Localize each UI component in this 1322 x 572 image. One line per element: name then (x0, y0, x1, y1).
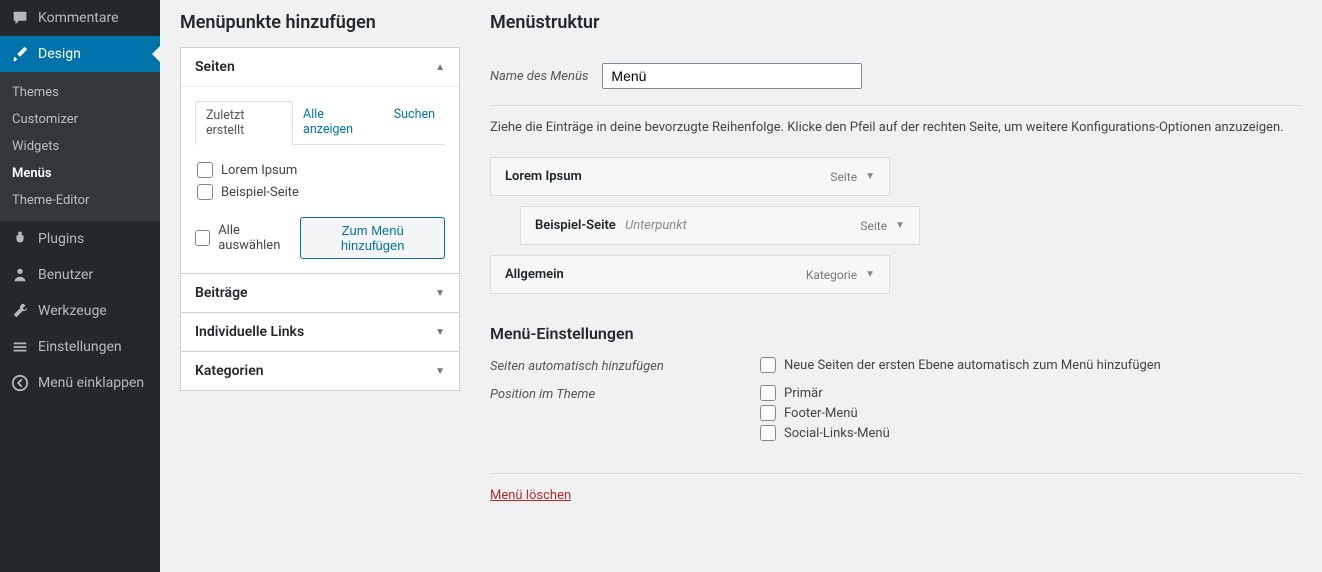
submenu-theme-editor[interactable]: Theme-Editor (0, 187, 160, 214)
add-to-menu-button[interactable]: Zum Menü hinzufügen (300, 217, 445, 259)
menu-structure-item[interactable]: Beispiel-Seite Unterpunkt Seite ▼ (520, 206, 920, 245)
menu-item-title: Lorem Ipsum (505, 169, 582, 184)
panel-categories-head[interactable]: Kategorien ▼ (181, 351, 459, 390)
menu-structure-title: Menüstruktur (490, 12, 1302, 33)
sidebar-item-users[interactable]: Benutzer (0, 257, 160, 293)
panel-pages-body: Zuletzt erstellt Alle anzeigen Suchen Lo… (181, 86, 459, 273)
tab-search[interactable]: Suchen (384, 101, 445, 144)
sidebar-item-label: Kommentare (38, 10, 119, 26)
page-item-row[interactable]: Lorem Ipsum (197, 159, 443, 181)
plug-icon (10, 229, 30, 249)
page-checkbox[interactable] (197, 162, 213, 178)
expand-icon[interactable]: ▼ (895, 220, 905, 231)
sidebar-item-label: Plugins (38, 231, 84, 247)
expand-icon[interactable]: ▼ (865, 171, 875, 182)
structure-hint: Ziehe die Einträge in deine bevorzugte R… (490, 120, 1302, 135)
menu-item-type: Kategorie (806, 268, 857, 282)
menu-item-sublabel: Unterpunkt (625, 218, 687, 233)
tab-recent[interactable]: Zuletzt erstellt (195, 101, 293, 145)
caret-down-icon: ▼ (435, 288, 445, 299)
brush-icon (10, 44, 30, 64)
sidebar-item-plugins[interactable]: Plugins (0, 221, 160, 257)
auto-add-checkbox[interactable] (760, 357, 776, 373)
sidebar-collapse[interactable]: Menü einklappen (0, 365, 160, 401)
panel-label: Kategorien (195, 363, 264, 379)
sidebar-item-label: Einstellungen (38, 339, 122, 355)
sidebar-item-settings[interactable]: Einstellungen (0, 329, 160, 365)
menu-settings-title: Menü-Einstellungen (490, 324, 1302, 343)
menu-structure-item[interactable]: Lorem Ipsum Seite ▼ (490, 157, 890, 196)
location-checkbox-social[interactable] (760, 425, 776, 441)
delete-menu-link[interactable]: Menü löschen (490, 488, 571, 503)
page-item-row[interactable]: Beispiel-Seite (197, 181, 443, 203)
comment-icon (10, 8, 30, 28)
submenu-menus[interactable]: Menüs (0, 160, 160, 187)
submenu-customizer[interactable]: Customizer (0, 106, 160, 133)
caret-down-icon: ▼ (435, 327, 445, 338)
expand-icon[interactable]: ▼ (865, 269, 875, 280)
location-checkbox-primary[interactable] (760, 385, 776, 401)
location-option-label: Primär (784, 386, 823, 401)
sidebar-item-label: Menü einklappen (38, 375, 144, 391)
user-icon (10, 265, 30, 285)
menu-item-type: Seite (860, 219, 887, 233)
panel-custom-links-head[interactable]: Individuelle Links ▼ (181, 312, 459, 351)
menu-item-type: Seite (830, 170, 857, 184)
sidebar-submenu-design: Themes Customizer Widgets Menüs Theme-Ed… (0, 72, 160, 221)
wrench-icon (10, 301, 30, 321)
select-all-label: Alle auswählen (218, 223, 300, 253)
caret-down-icon: ▼ (435, 366, 445, 377)
submenu-widgets[interactable]: Widgets (0, 133, 160, 160)
menu-item-title: Allgemein (505, 267, 564, 282)
submenu-themes[interactable]: Themes (0, 79, 160, 106)
panel-pages-head[interactable]: Seiten ▲ (181, 48, 459, 86)
sidebar-item-label: Werkzeuge (38, 303, 107, 319)
menu-name-label: Name des Menüs (490, 69, 588, 84)
add-items-title: Menüpunkte hinzufügen (180, 12, 460, 33)
add-items-accordion: Seiten ▲ Zuletzt erstellt Alle anzeigen … (180, 47, 460, 391)
panel-label: Beiträge (195, 285, 248, 301)
location-option-label: Social-Links-Menü (784, 426, 890, 441)
location-label: Position im Theme (490, 385, 760, 402)
menu-name-input[interactable] (602, 63, 862, 89)
select-all-checkbox[interactable] (195, 230, 210, 246)
location-checkbox-footer[interactable] (760, 405, 776, 421)
sidebar-item-comments[interactable]: Kommentare (0, 0, 160, 36)
page-item-label: Lorem Ipsum (221, 163, 297, 178)
tab-view-all[interactable]: Alle anzeigen (293, 101, 384, 144)
location-option-label: Footer-Menü (784, 406, 858, 421)
panel-label: Seiten (195, 59, 235, 75)
page-checkbox[interactable] (197, 184, 213, 200)
sidebar-item-design[interactable]: Design (0, 36, 160, 72)
sliders-icon (10, 337, 30, 357)
page-item-label: Beispiel-Seite (221, 185, 299, 200)
sidebar-item-label: Benutzer (38, 267, 93, 283)
collapse-icon (10, 373, 30, 393)
auto-add-label: Seiten automatisch hinzufügen (490, 357, 760, 374)
auto-add-option-label: Neue Seiten der ersten Ebene automatisch… (784, 358, 1161, 373)
sidebar-item-label: Design (38, 46, 81, 62)
menu-structure-item[interactable]: Allgemein Kategorie ▼ (490, 255, 890, 294)
panel-label: Individuelle Links (195, 324, 304, 340)
sidebar-item-tools[interactable]: Werkzeuge (0, 293, 160, 329)
panel-posts-head[interactable]: Beiträge ▼ (181, 273, 459, 312)
menu-item-title: Beispiel-Seite (535, 218, 616, 233)
caret-up-icon: ▲ (435, 62, 445, 73)
